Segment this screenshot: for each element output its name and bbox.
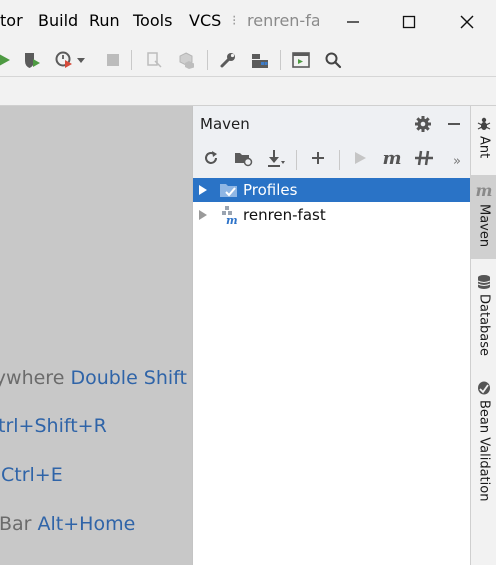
run-maven-build-button[interactable] (348, 146, 372, 170)
hint-text: ywhere (0, 367, 71, 389)
project-structure-button[interactable] (248, 48, 272, 72)
terminal-window-icon (292, 52, 310, 68)
maven-title: Maven (200, 115, 250, 133)
toolbar-separator (339, 150, 340, 170)
maven-header: Maven (193, 106, 471, 140)
run-config-dropdown[interactable] (74, 48, 88, 72)
wrench-icon (220, 53, 235, 68)
search-everywhere-button[interactable] (321, 48, 345, 72)
menu-tools[interactable]: Tools (133, 11, 172, 30)
gear-icon (415, 116, 431, 132)
stop-button[interactable] (101, 48, 125, 72)
maximize-button[interactable] (394, 8, 424, 36)
hint-shortcut: trl+Shift+R (0, 415, 107, 437)
add-maven-project-button[interactable] (306, 146, 330, 170)
tool-tab-database[interactable]: Database (471, 272, 496, 362)
editor-empty-area: ywhere Double Shift trl+Shift+R Ctrl+E B… (0, 106, 192, 565)
ant-icon (477, 117, 491, 130)
expand-arrow-icon (199, 210, 207, 220)
menu-bar: tor Build Run Tools VCS ⁝ renren-fas (0, 0, 496, 43)
stop-icon (107, 54, 119, 66)
close-button[interactable] (452, 8, 482, 36)
tool-tab-label: Bean Validation (476, 400, 492, 502)
tree-item-module[interactable]: m renren-fast (193, 203, 471, 227)
profiles-folder-icon (220, 184, 237, 197)
run-button[interactable] (0, 48, 16, 72)
generate-sources-button[interactable] (231, 146, 255, 170)
chevron-down-icon (77, 58, 85, 63)
folder-refresh-icon (235, 153, 253, 167)
hint-search-everywhere: ywhere Double Shift (0, 367, 187, 389)
run-icon (355, 152, 366, 164)
right-tool-window-bar: Ant m Maven Database Bean Validation (470, 106, 496, 565)
search-icon (325, 52, 342, 69)
toolbar-separator (280, 50, 281, 70)
toolbar-separator (296, 150, 297, 170)
database-icon (477, 275, 491, 289)
tree-item-profiles[interactable]: Profiles (193, 178, 471, 202)
maximize-icon (402, 15, 416, 29)
reload-projects-button[interactable] (199, 146, 223, 170)
hint-shortcut: Ctrl+E (1, 464, 63, 486)
tool-tab-label: Ant (476, 136, 492, 159)
run-with-profiler-button[interactable] (52, 48, 76, 72)
minimize-icon (347, 21, 359, 23)
maven-tool-window: Maven m » Profiles m renren-fast (192, 106, 471, 565)
tree-item-label: renren-fast (243, 206, 326, 224)
project-structure-icon (252, 54, 268, 68)
navigation-bar (0, 77, 496, 106)
download-sources-button[interactable] (264, 146, 288, 170)
hint-go-to-file: trl+Shift+R (0, 415, 107, 437)
maven-settings-button[interactable] (412, 113, 434, 135)
toolbar-separator (131, 50, 132, 70)
menu-build[interactable]: Build (38, 11, 78, 30)
execute-maven-goal-button[interactable]: m (380, 146, 404, 170)
hint-text: Bar (0, 513, 38, 535)
maven-toolbar: m » (193, 140, 471, 178)
menu-overflow-icon: ⁝ (232, 13, 237, 29)
menu-vcs[interactable]: VCS (189, 11, 221, 30)
toolbar-separator (207, 50, 208, 70)
tool-tab-ant[interactable]: Ant (471, 112, 496, 172)
artifacts-icon (179, 52, 194, 69)
run-icon (0, 54, 10, 66)
close-icon (460, 15, 474, 29)
main-toolbar (0, 43, 496, 77)
minimize-icon (448, 123, 460, 125)
settings-button[interactable] (216, 48, 240, 72)
tree-item-label: Profiles (243, 181, 298, 199)
bean-validation-icon (478, 381, 490, 395)
hint-navigation-bar: Bar Alt+Home (0, 513, 135, 535)
maven-hide-button[interactable] (443, 113, 465, 135)
minimize-button[interactable] (338, 8, 368, 36)
maven-goal-icon: m (382, 147, 402, 169)
svg-text:m: m (226, 214, 238, 225)
run-with-coverage-button[interactable] (20, 48, 44, 72)
reload-icon (205, 151, 217, 164)
attach-debugger-icon (147, 52, 162, 68)
menu-editor[interactable]: tor (0, 11, 23, 30)
tool-tab-label: Maven (476, 204, 492, 248)
menu-run[interactable]: Run (89, 11, 120, 30)
hint-shortcut: Double Shift (70, 367, 187, 389)
offline-mode-icon (415, 150, 433, 166)
profiler-icon (55, 51, 72, 68)
hint-recent-files: Ctrl+E (1, 464, 63, 486)
download-icon (268, 150, 285, 167)
more-actions-icon[interactable]: » (453, 154, 461, 169)
hint-shortcut: Alt+Home (37, 513, 136, 535)
build-artifacts-button[interactable] (174, 48, 198, 72)
toggle-offline-mode-button[interactable] (412, 146, 436, 170)
expand-arrow-icon (199, 185, 207, 195)
tool-tab-maven[interactable]: m Maven (471, 175, 496, 259)
coverage-shield-icon (25, 53, 40, 68)
tool-tab-label: Database (476, 294, 492, 357)
run-anything-button[interactable] (289, 48, 313, 72)
window-title: renren-fas (247, 11, 319, 30)
maven-icon: m (475, 181, 493, 200)
plus-icon (312, 152, 324, 164)
tool-tab-bean-validation[interactable]: Bean Validation (471, 378, 496, 503)
maven-module-icon: m (222, 206, 238, 225)
attach-debugger-button[interactable] (142, 48, 166, 72)
